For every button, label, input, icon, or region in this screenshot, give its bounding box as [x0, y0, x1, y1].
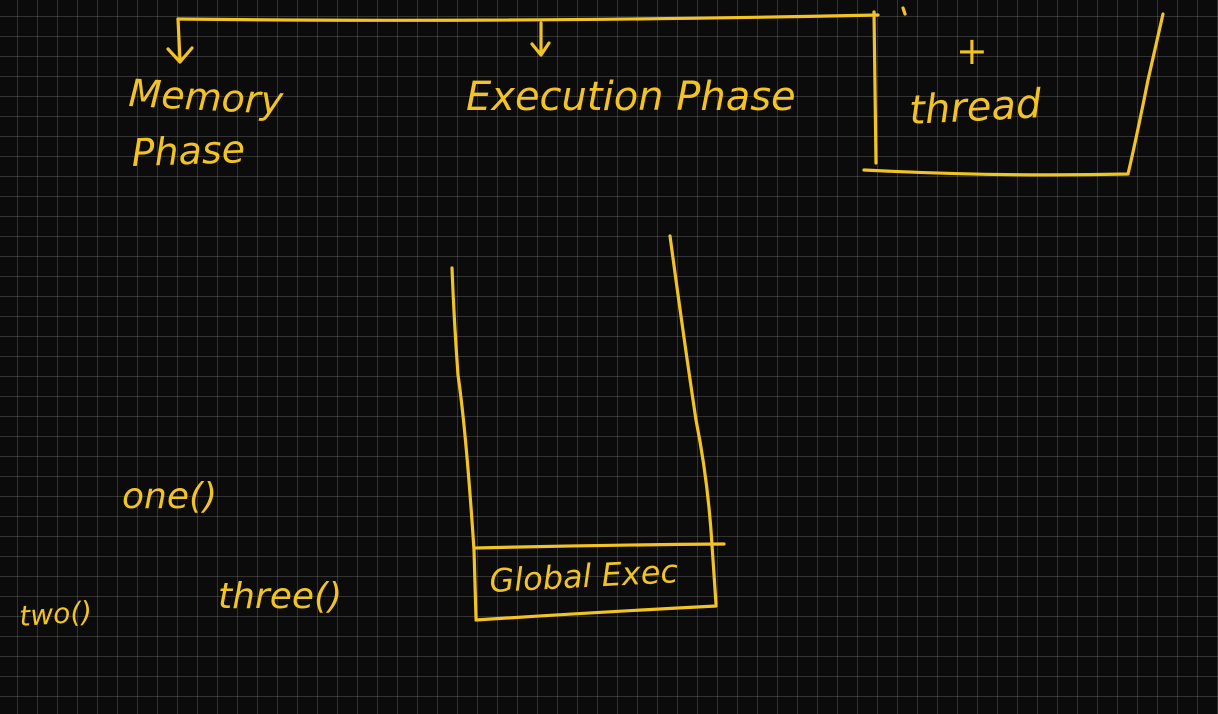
execution-branch-arrow	[530, 21, 551, 57]
plus-sign: +	[956, 29, 988, 73]
call-stack-right-wall	[668, 234, 718, 606]
diagram-drawing: Memory Phase Execution Phase + thread Gl…	[18, 6, 1165, 633]
call-stack-left-wall	[450, 266, 478, 620]
whiteboard-canvas: Memory Phase Execution Phase + thread Gl…	[0, 0, 1218, 714]
call-one-label: one()	[122, 476, 217, 517]
phase-branch-line	[176, 13, 880, 22]
partial-mark	[901, 6, 907, 16]
memory-phase-label-line2: Phase	[131, 127, 246, 175]
call-three-label: three()	[218, 576, 342, 617]
global-exec-bottom-line	[474, 604, 718, 622]
global-exec-top-line	[474, 542, 726, 550]
memory-branch-arrow	[166, 17, 194, 64]
memory-phase-label-line1: Memory	[128, 71, 285, 123]
execution-phase-label: Execution Phase	[466, 74, 796, 120]
call-two-label: two()	[18, 595, 93, 633]
global-exec-label: Global Exec	[488, 552, 679, 600]
thread-label: thread	[908, 81, 1043, 134]
